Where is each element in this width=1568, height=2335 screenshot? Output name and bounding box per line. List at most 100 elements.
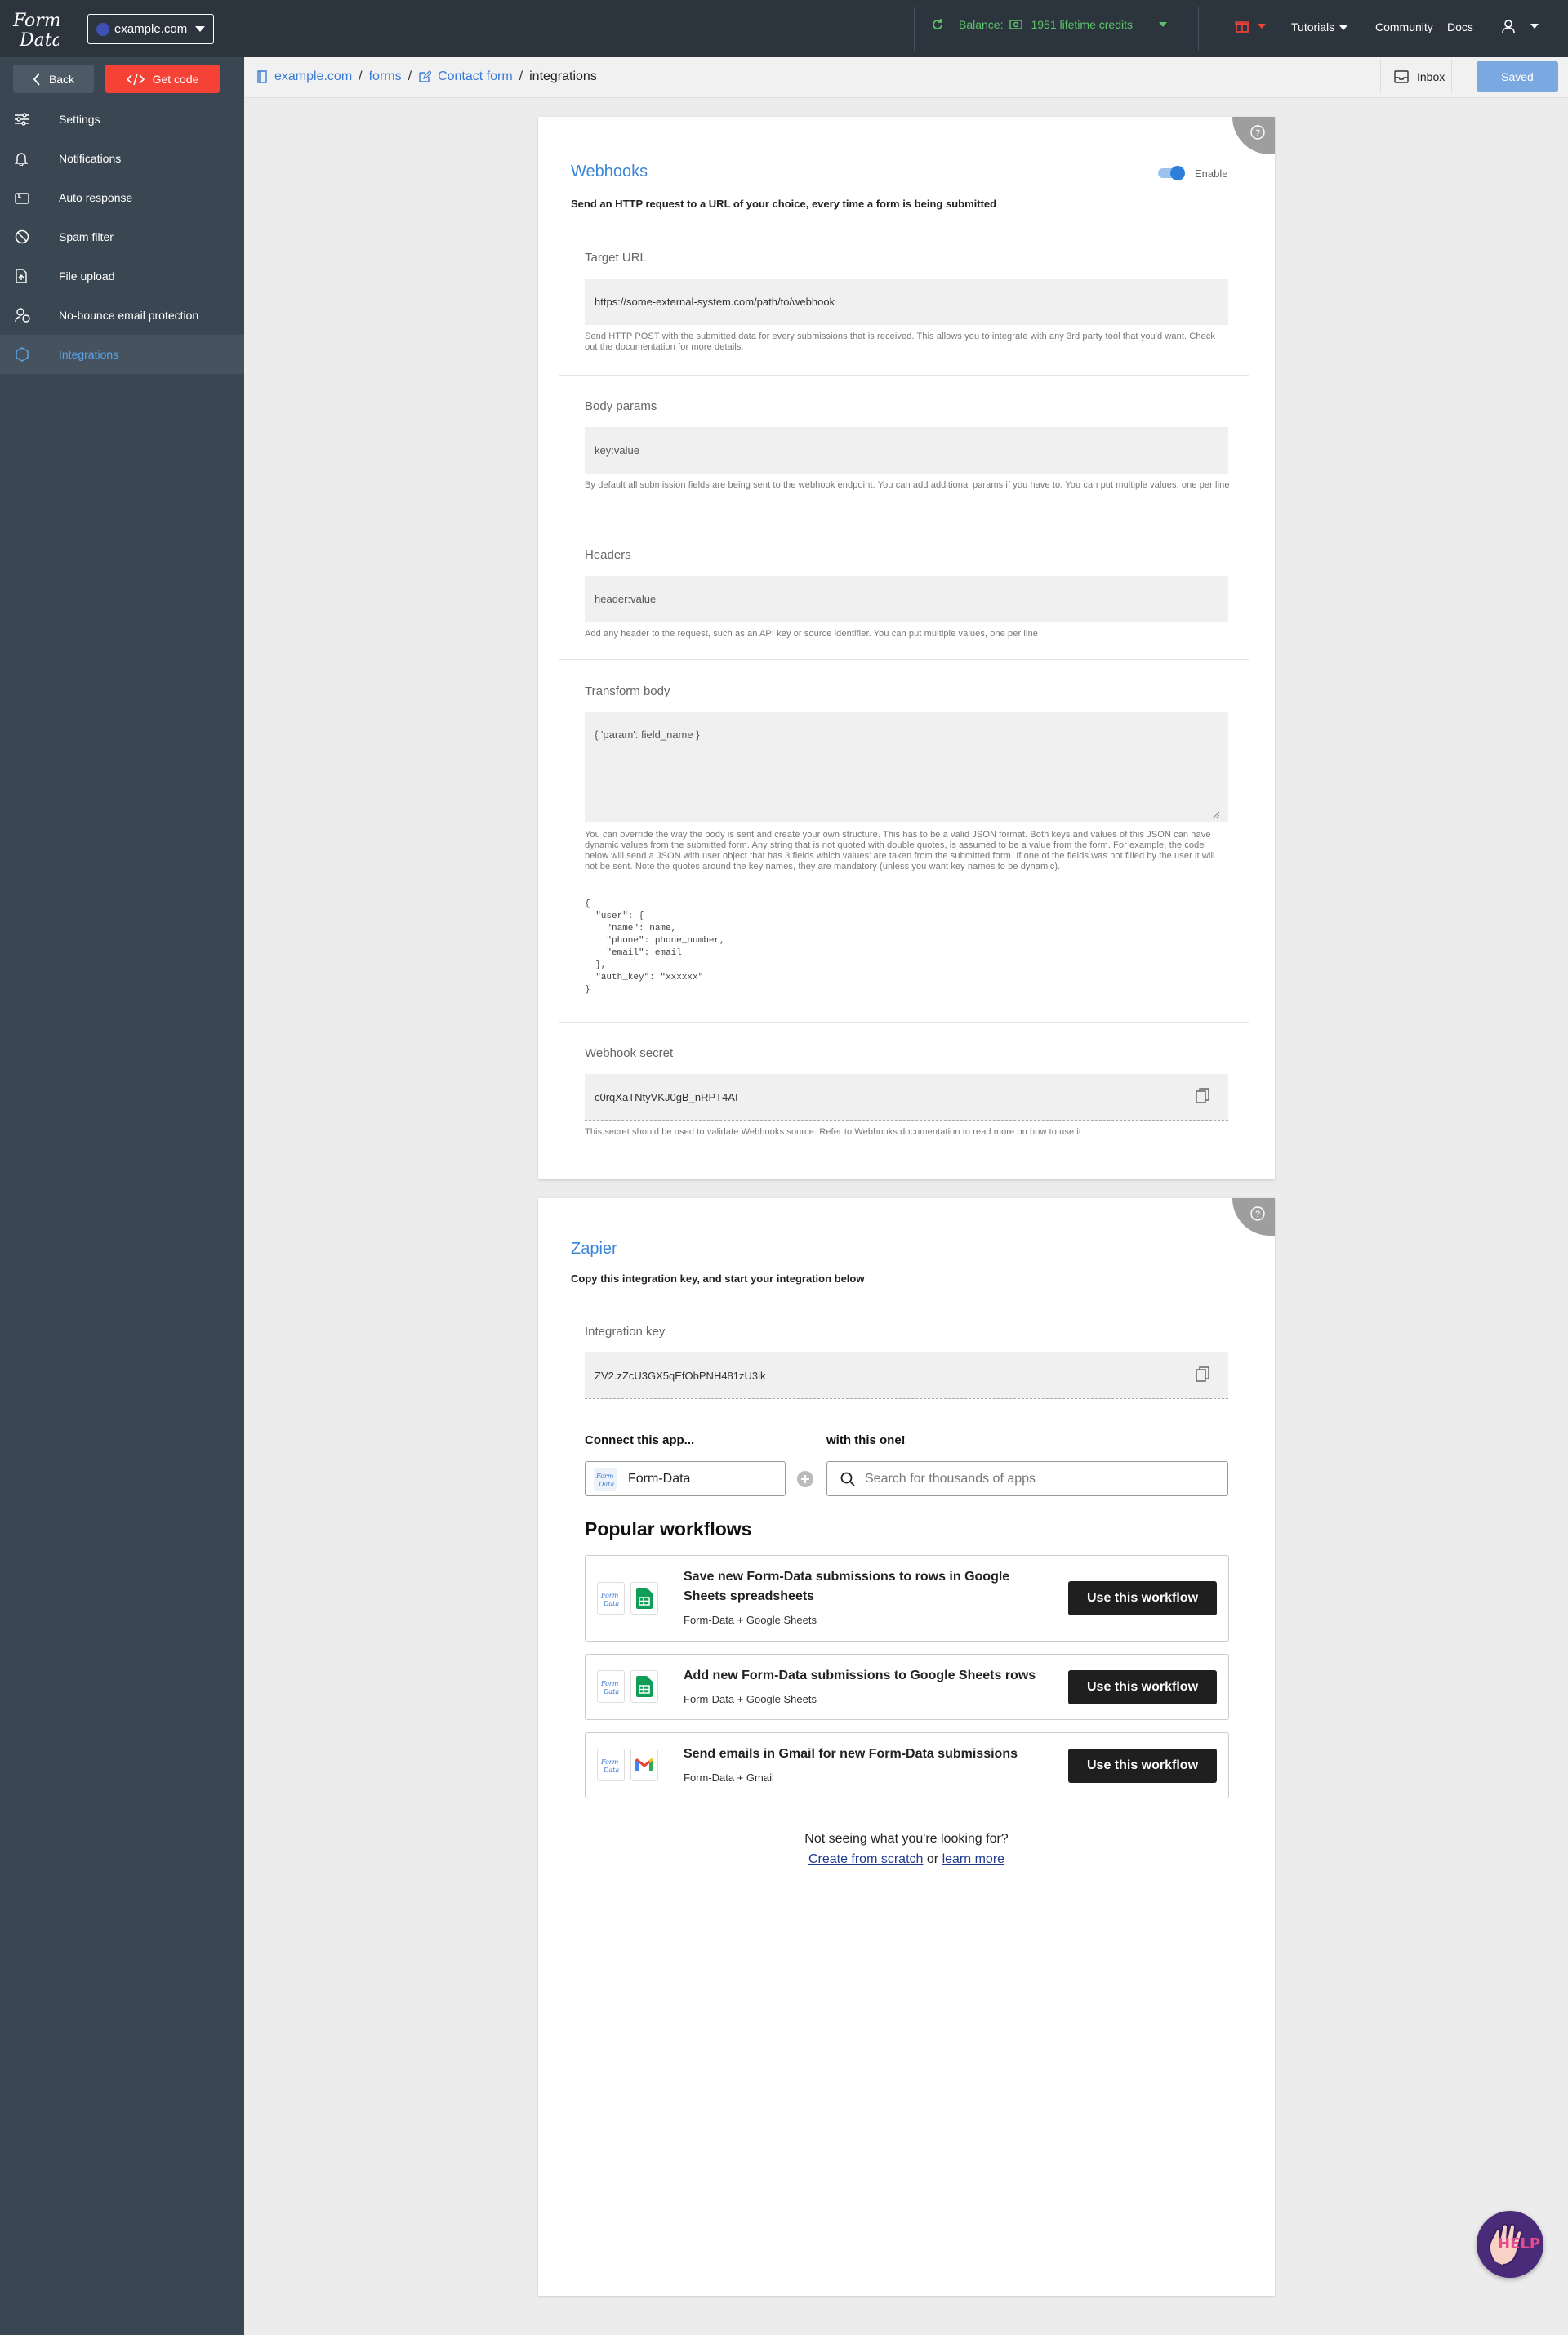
form-data-app-icon: FormData bbox=[597, 1749, 625, 1781]
get-code-label: Get code bbox=[152, 72, 199, 86]
connect-label: Connect this app... bbox=[585, 1433, 695, 1447]
transform-body-help: You can override the way the body is sen… bbox=[585, 830, 1215, 871]
webhook-secret-help: This secret should be used to validate W… bbox=[585, 1127, 1082, 1137]
get-code-button[interactable]: Get code bbox=[105, 65, 220, 93]
transform-body-textarea[interactable]: { 'param': field_name } bbox=[585, 712, 1228, 822]
saved-button[interactable]: Saved bbox=[1477, 61, 1558, 92]
target-url-help: Send HTTP POST with the submitted data f… bbox=[585, 332, 1215, 352]
body-params-label: Body params bbox=[585, 399, 657, 413]
headers-label: Headers bbox=[585, 548, 631, 562]
search-placeholder: Search for thousands of apps bbox=[865, 1471, 1036, 1486]
breadcrumb-current: integrations bbox=[529, 69, 597, 83]
toggle-switch[interactable] bbox=[1157, 165, 1187, 181]
breadcrumb-separator: / bbox=[359, 69, 363, 83]
help-corner[interactable]: ? bbox=[1232, 117, 1275, 154]
chevron-down-icon bbox=[1530, 24, 1539, 29]
balance-value: 1951 lifetime credits bbox=[1031, 18, 1133, 31]
use-workflow-button[interactable]: Use this workflow bbox=[1068, 1581, 1217, 1615]
copy-icon[interactable] bbox=[1196, 1366, 1210, 1383]
sidebar-item-settings[interactable]: Settings bbox=[0, 100, 244, 139]
gift-icon bbox=[1235, 21, 1250, 33]
sidebar-item-label: Notifications bbox=[59, 152, 122, 165]
resize-handle-icon[interactable] bbox=[1212, 811, 1220, 819]
svg-text:Data: Data bbox=[603, 1600, 619, 1607]
form-data-logo[interactable]: Form Data bbox=[8, 3, 63, 54]
headers-help: Add any header to the request, such as a… bbox=[585, 629, 1038, 639]
workflow-card[interactable]: Form Data Send emails in Gmail for new Fo… bbox=[585, 1732, 1229, 1798]
breadcrumb-separator: / bbox=[408, 69, 412, 83]
divider bbox=[1198, 7, 1199, 51]
sidebar-item-no-bounce[interactable]: No-bounce email protection bbox=[0, 296, 244, 335]
site-selector[interactable]: example.com bbox=[87, 14, 214, 44]
file-upload-icon bbox=[0, 269, 59, 283]
community-link[interactable]: Community bbox=[1375, 20, 1433, 33]
integration-key-value: ZV2.zZcU3GX5qEfObPNH481zU3ik bbox=[595, 1369, 766, 1382]
use-workflow-button[interactable]: Use this workflow bbox=[1068, 1670, 1217, 1704]
chevron-down-icon bbox=[1257, 24, 1266, 29]
svg-text:Data: Data bbox=[603, 1688, 619, 1696]
sidebar-item-file-upload[interactable]: File upload bbox=[0, 256, 244, 296]
svg-text:Form: Form bbox=[600, 1592, 619, 1599]
chevron-left-icon bbox=[33, 72, 40, 86]
sidebar-item-auto-response[interactable]: Auto response bbox=[0, 178, 244, 217]
back-label: Back bbox=[48, 72, 75, 86]
sidebar-item-integrations[interactable]: Integrations bbox=[0, 335, 244, 374]
sidebar-item-notifications[interactable]: Notifications bbox=[0, 139, 244, 178]
webhook-secret-label: Webhook secret bbox=[585, 1046, 674, 1060]
sidebar-item-label: Spam filter bbox=[59, 230, 114, 243]
enable-toggle[interactable]: Enable bbox=[1157, 165, 1227, 181]
chevron-down-icon[interactable] bbox=[1159, 22, 1167, 27]
headers-input[interactable]: header:value bbox=[585, 576, 1228, 622]
sidebar: Back Get code Settings Notifications Aut… bbox=[0, 57, 244, 2335]
webhooks-title: Webhooks bbox=[571, 163, 648, 180]
divider bbox=[914, 7, 915, 51]
breadcrumb-forms[interactable]: forms bbox=[369, 69, 402, 84]
target-url-input[interactable]: https://some-external-system.com/path/to… bbox=[585, 279, 1228, 325]
webhook-secret-input[interactable]: c0rqXaTNtyVKJ0gB_nRPT4AI bbox=[585, 1074, 1228, 1121]
sidebar-item-label: Settings bbox=[59, 113, 100, 126]
learn-more-link[interactable]: learn more bbox=[942, 1852, 1004, 1866]
workflow-card[interactable]: Form Data Add new Form-Data submissions t… bbox=[585, 1654, 1229, 1720]
breadcrumb-bar: example.com / forms / Contact form / int… bbox=[245, 57, 1568, 98]
gift-button[interactable] bbox=[1235, 19, 1266, 36]
not-seeing-text: Not seeing what you're looking for? bbox=[804, 1832, 1009, 1846]
sidebar-item-label: No-bounce email protection bbox=[59, 309, 199, 322]
or-text: or bbox=[926, 1852, 939, 1866]
svg-text:Form: Form bbox=[12, 11, 59, 31]
sidebar-item-spam-filter[interactable]: Spam filter bbox=[0, 217, 244, 256]
tutorials-menu[interactable]: Tutorials bbox=[1291, 20, 1348, 33]
workflow-title: Send emails in Gmail for new Form-Data s… bbox=[684, 1747, 1018, 1761]
back-button[interactable]: Back bbox=[13, 65, 94, 93]
divider bbox=[559, 659, 1249, 660]
refresh-icon[interactable] bbox=[931, 18, 944, 31]
mailbox-icon bbox=[0, 191, 59, 204]
copy-icon[interactable] bbox=[1196, 1088, 1210, 1104]
help-widget-button[interactable]: HELP bbox=[1477, 2211, 1544, 2278]
use-workflow-button[interactable]: Use this workflow bbox=[1068, 1749, 1217, 1783]
workflow-card[interactable]: Form Data Save new Form-Data submissions … bbox=[585, 1555, 1229, 1642]
docs-link[interactable]: Docs bbox=[1447, 20, 1473, 33]
svg-text:Data: Data bbox=[598, 1481, 614, 1488]
sliders-icon bbox=[0, 113, 59, 126]
balance-widget[interactable]: Balance: 1951 lifetime credits bbox=[931, 18, 1167, 31]
integrations-icon bbox=[0, 347, 59, 362]
create-from-scratch-link[interactable]: Create from scratch bbox=[808, 1852, 923, 1866]
user-menu[interactable] bbox=[1501, 19, 1539, 36]
code-icon bbox=[126, 73, 145, 85]
app-search-input[interactable]: Search for thousands of apps bbox=[826, 1461, 1228, 1496]
integration-key-label: Integration key bbox=[585, 1325, 666, 1339]
breadcrumb-form[interactable]: Contact form bbox=[438, 69, 513, 84]
workflow-apps: Form-Data + Google Sheets bbox=[684, 1614, 817, 1626]
help-corner[interactable]: ? bbox=[1232, 1198, 1275, 1236]
search-icon bbox=[840, 1472, 855, 1486]
integration-key-input[interactable]: ZV2.zZcU3GX5qEfObPNH481zU3ik bbox=[585, 1352, 1228, 1399]
ban-icon bbox=[0, 229, 59, 244]
workflow-apps: Form-Data + Google Sheets bbox=[684, 1693, 817, 1705]
inbox-button[interactable]: Inbox bbox=[1380, 60, 1452, 93]
divider bbox=[559, 1022, 1249, 1023]
breadcrumb-site[interactable]: example.com bbox=[274, 69, 352, 84]
body-params-input[interactable]: key:value bbox=[585, 427, 1228, 474]
popular-workflows-title: Popular workflows bbox=[585, 1518, 752, 1540]
inbox-label: Inbox bbox=[1417, 70, 1446, 83]
app-select[interactable]: Form Data Form-Data bbox=[585, 1461, 786, 1496]
